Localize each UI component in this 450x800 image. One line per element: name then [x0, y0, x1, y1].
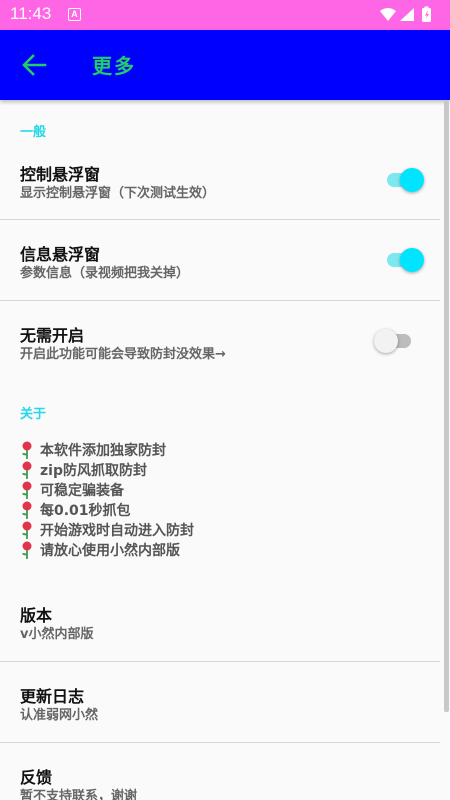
pref-version[interactable]: 版本 v小然内部版: [0, 590, 440, 656]
pref-summary: 显示控制悬浮窗（下次测试生效）: [20, 186, 216, 201]
pref-summary: 参数信息（录视频把我关掉）: [20, 266, 190, 281]
status-bar: 11:43 A: [0, 0, 450, 30]
list-item: 可稳定骗装备: [20, 480, 194, 500]
app-bar: 更多: [0, 30, 450, 100]
info-float-toggle[interactable]: [384, 246, 428, 274]
status-icons: [380, 6, 431, 22]
rose-icon: [22, 481, 32, 499]
divider: [0, 661, 440, 662]
pref-summary: 暂不支持联系，谢谢: [20, 789, 138, 800]
list-item: 开始游戏时自动进入防封: [20, 520, 194, 540]
divider: [0, 300, 440, 301]
notification-icon: A: [68, 8, 81, 21]
signal-icon: [400, 8, 414, 21]
pref-summary: 开启此功能可能会导致防封没效果→: [20, 347, 226, 362]
wifi-icon: [380, 8, 396, 21]
toggle-thumb: [400, 248, 424, 272]
list-item: 本软件添加独家防封: [20, 440, 194, 460]
pref-summary: v小然内部版: [20, 627, 94, 642]
rose-icon: [22, 501, 32, 519]
arrow-left-icon: [22, 54, 47, 76]
section-title-about: 关于: [20, 407, 47, 422]
section-title-general: 一般: [20, 125, 47, 140]
about-list: 本软件添加独家防封 zip防风抓取防封 可稳定骗装备 每0.01秒抓包 开始游戏…: [20, 440, 194, 560]
control-float-toggle[interactable]: [384, 166, 428, 194]
pref-no-need-enable[interactable]: 无需开启 开启此功能可能会导致防封没效果→: [0, 313, 440, 379]
status-time: 11:43: [10, 4, 52, 23]
no-need-enable-toggle[interactable]: [374, 327, 418, 355]
list-item: zip防风抓取防封: [20, 460, 194, 480]
rose-icon: [22, 441, 32, 459]
pref-info-float[interactable]: 信息悬浮窗 参数信息（录视频把我关掉）: [0, 232, 440, 298]
page-title: 更多: [92, 54, 136, 78]
rose-icon: [22, 541, 32, 559]
pref-feedback[interactable]: 反馈 暂不支持联系，谢谢: [0, 753, 440, 800]
preferences-list: 一般 控制悬浮窗 显示控制悬浮窗（下次测试生效） 信息悬浮窗 参数信息（录视频把…: [0, 100, 450, 800]
divider: [0, 742, 440, 743]
list-item: 请放心使用小然内部版: [20, 540, 194, 560]
rose-icon: [22, 521, 32, 539]
pref-summary: 认准弱网小然: [20, 708, 99, 723]
divider: [0, 219, 440, 220]
rose-icon: [22, 461, 32, 479]
back-button[interactable]: [20, 52, 48, 78]
toggle-thumb: [374, 329, 398, 353]
list-item: 每0.01秒抓包: [20, 500, 194, 520]
scrollbar[interactable]: [444, 100, 449, 712]
pref-control-float[interactable]: 控制悬浮窗 显示控制悬浮窗（下次测试生效）: [0, 152, 440, 218]
toggle-thumb: [400, 168, 424, 192]
pref-changelog[interactable]: 更新日志 认准弱网小然: [0, 672, 440, 738]
